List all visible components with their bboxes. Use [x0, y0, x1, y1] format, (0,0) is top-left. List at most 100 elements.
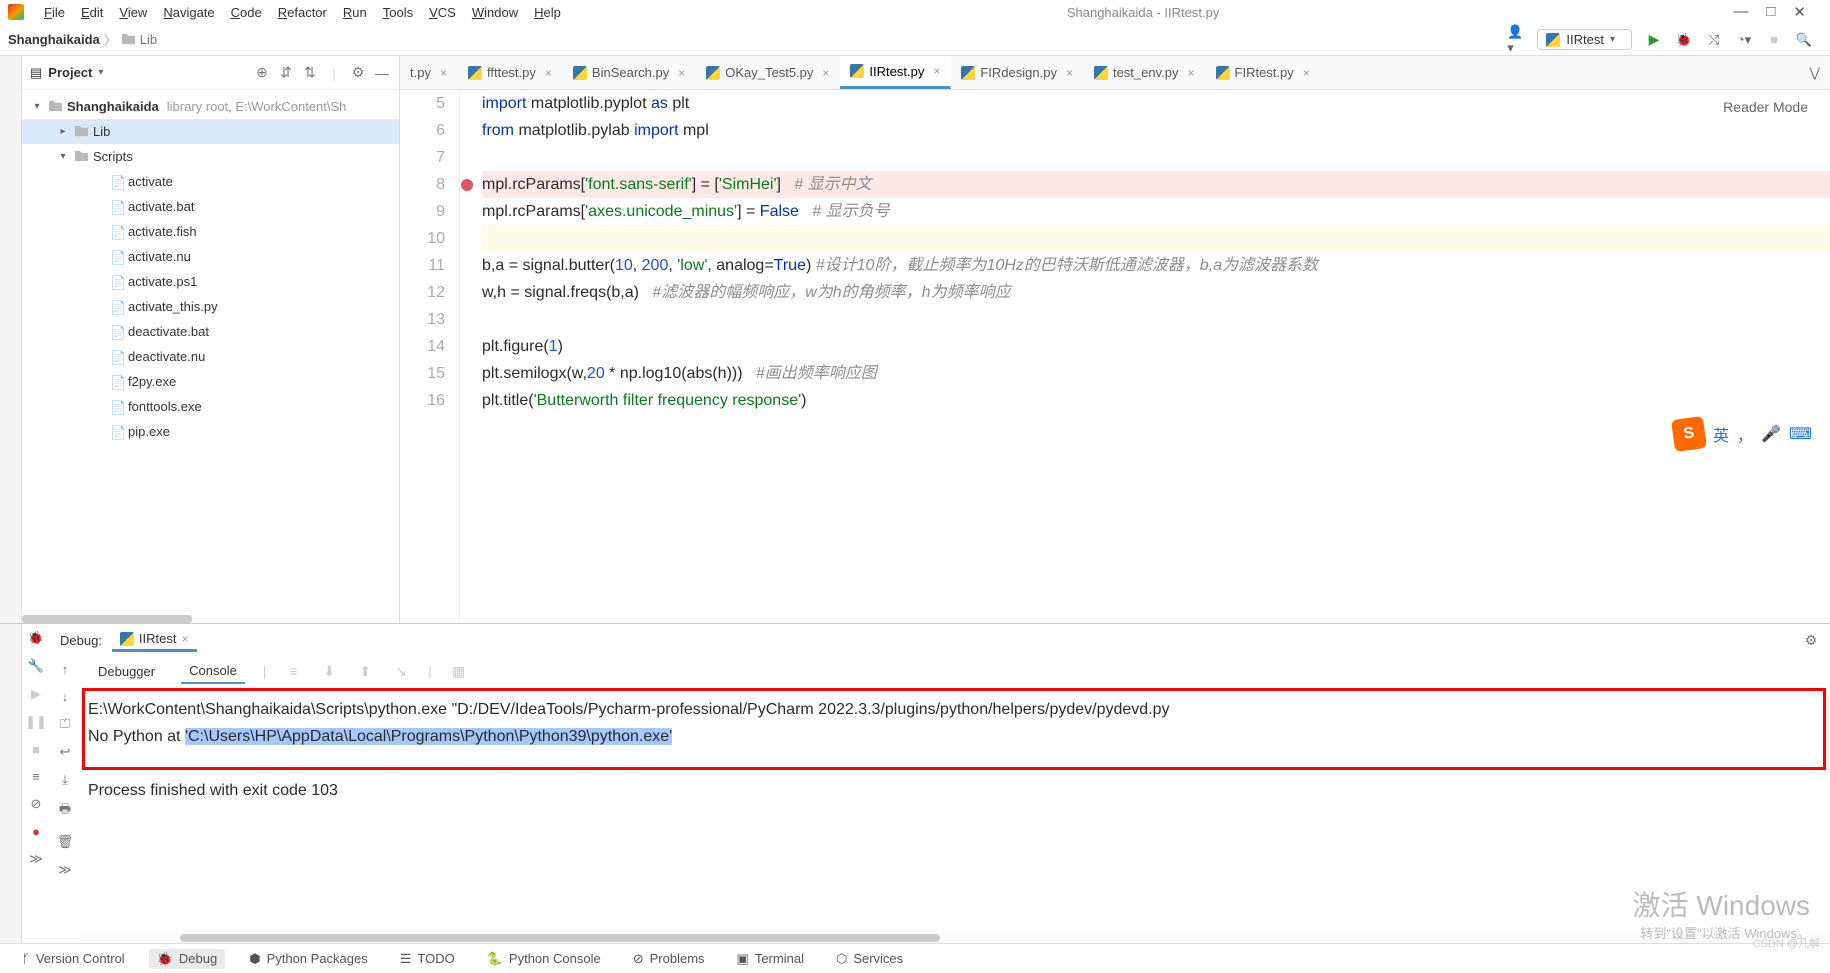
reader-mode-label[interactable]: Reader Mode — [1723, 94, 1808, 121]
project-view-dropdown-icon[interactable]: ▾ — [98, 67, 103, 78]
step-over-icon[interactable]: ≡ — [284, 662, 302, 680]
menu-run[interactable]: Run — [335, 3, 375, 22]
editor-tab[interactable]: t.py× — [400, 56, 458, 89]
pause-icon[interactable]: ❚❚ — [25, 714, 47, 730]
user-icon[interactable]: 👤▾ — [1507, 32, 1523, 48]
close-icon[interactable]: × — [933, 64, 940, 78]
soft-wrap-icon[interactable]: ↩ — [60, 744, 71, 760]
console-tab[interactable]: Console — [181, 659, 245, 684]
python-console-tab[interactable]: 🐍Python Console — [479, 949, 609, 969]
modify-run-icon[interactable]: 🔧 — [28, 658, 44, 674]
clear-icon[interactable]: 🗑 — [57, 834, 74, 850]
python-packages-tab[interactable]: ⬢Python Packages — [241, 949, 376, 969]
breakpoint-icon[interactable] — [461, 179, 473, 191]
search-icon[interactable]: 🔍 — [1796, 32, 1812, 48]
close-icon[interactable]: × — [545, 66, 552, 80]
tree-file[interactable]: 📄activate.bat — [22, 194, 399, 219]
run-to-cursor-icon[interactable]: ↘ — [392, 662, 410, 680]
tree-root[interactable]: ▾ Shanghaikaida library root, E:\WorkCon… — [22, 94, 399, 119]
more-icon[interactable]: ≫ — [58, 862, 72, 878]
tree-file[interactable]: 📄activate.nu — [22, 244, 399, 269]
close-icon[interactable]: × — [182, 632, 189, 646]
step-into-icon[interactable]: ⬇ — [320, 662, 338, 680]
menu-view[interactable]: View — [111, 3, 155, 22]
menu-refactor[interactable]: Refactor — [270, 3, 335, 22]
tree-file[interactable]: 📄fonttools.exe — [22, 394, 399, 419]
menu-tools[interactable]: Tools — [375, 3, 421, 22]
run-config-selector[interactable]: IIRtest — [1537, 29, 1632, 50]
mute-breakpoints-icon[interactable]: ⊘ — [31, 796, 42, 812]
locate-icon[interactable]: ⊕ — [253, 64, 271, 82]
menu-window[interactable]: Window — [464, 3, 526, 22]
tree-item-lib[interactable]: ▸ Lib — [22, 119, 399, 144]
stop-icon[interactable]: ■ — [32, 742, 40, 757]
editor-tab[interactable]: test_env.py× — [1084, 56, 1206, 89]
maximize-icon[interactable]: □ — [1766, 3, 1775, 21]
pin-icon[interactable]: ≫ — [29, 851, 43, 867]
menu-edit[interactable]: Edit — [73, 3, 111, 22]
close-icon[interactable]: × — [1188, 66, 1195, 80]
ime-punct[interactable]: ， — [1737, 422, 1753, 446]
services-tab[interactable]: ⬡Services — [828, 949, 911, 969]
mic-icon[interactable]: 🎤 — [1761, 424, 1781, 444]
debug-tab[interactable]: 🐞Debug — [149, 949, 226, 969]
view-breakpoints-icon[interactable]: ≡ — [32, 769, 40, 784]
ime-lang[interactable]: 英 — [1713, 422, 1729, 446]
breakpoint-gutter[interactable] — [460, 90, 474, 623]
print-icon[interactable]: 🖶 — [59, 800, 71, 822]
debugger-tab[interactable]: Debugger — [90, 660, 163, 683]
breadcrumb-child[interactable]: Lib — [121, 32, 157, 48]
keyboard-icon[interactable]: ⌨ — [1789, 424, 1812, 444]
code-editor[interactable]: import matplotlib.pyplot as pltfrom matp… — [474, 90, 1830, 623]
menu-code[interactable]: Code — [223, 3, 270, 22]
hide-icon[interactable]: — — [373, 64, 391, 82]
filter-icon[interactable]: ⏍ — [60, 716, 70, 732]
resume-icon[interactable]: ▶ — [31, 686, 41, 702]
editor-tab[interactable]: FIRdesign.py× — [951, 56, 1084, 89]
tree-file[interactable]: 📄pip.exe — [22, 419, 399, 444]
tree-item-scripts[interactable]: ▾ Scripts — [22, 144, 399, 169]
tree-file[interactable]: 📄activate.fish — [22, 219, 399, 244]
down-stack-icon[interactable]: ↓ — [62, 689, 69, 704]
layout-icon[interactable]: ● — [32, 824, 40, 839]
tree-file[interactable]: 📄deactivate.bat — [22, 319, 399, 344]
minimize-icon[interactable]: — — [1733, 3, 1748, 21]
coverage-icon[interactable]: ⤭ — [1706, 32, 1722, 48]
editor-tab[interactable]: IIRtest.py× — [840, 56, 951, 89]
expand-all-icon[interactable]: ⇵ — [277, 64, 295, 82]
close-icon[interactable]: × — [1303, 66, 1310, 80]
close-icon[interactable]: × — [678, 66, 685, 80]
project-tree[interactable]: ▾ Shanghaikaida library root, E:\WorkCon… — [22, 90, 399, 613]
horizontal-scrollbar[interactable] — [22, 615, 192, 623]
tabs-overflow-icon[interactable]: ⋁ — [1799, 65, 1830, 81]
stop-icon[interactable]: ■ — [1766, 32, 1782, 48]
close-icon[interactable]: × — [1066, 66, 1073, 80]
editor-tab[interactable]: ffttest.py× — [458, 56, 563, 89]
evaluate-icon[interactable]: ▦ — [450, 662, 468, 680]
up-stack-icon[interactable]: ↑ — [62, 662, 69, 677]
settings-icon[interactable]: ⚙ — [349, 64, 367, 82]
version-control-tab[interactable]: ᚶVersion Control — [14, 949, 133, 968]
step-out-icon[interactable]: ⬆ — [356, 662, 374, 680]
debug-icon[interactable]: 🐞 — [1676, 32, 1692, 48]
tree-file[interactable]: 📄activate_this.py — [22, 294, 399, 319]
profile-icon[interactable]: ◔▾ — [1736, 32, 1752, 48]
rerun-icon[interactable]: 🐞 — [28, 630, 44, 646]
chevron-down-icon[interactable]: ▾ — [56, 151, 70, 162]
todo-tab[interactable]: ☰TODO — [392, 949, 463, 969]
close-icon[interactable]: ✕ — [1793, 3, 1806, 21]
debug-session-tab[interactable]: IIRtest × — [112, 628, 197, 652]
tree-file[interactable]: 📄f2py.exe — [22, 369, 399, 394]
editor-tab[interactable]: OKay_Test5.py× — [696, 56, 840, 89]
menu-help[interactable]: Help — [526, 3, 569, 22]
menu-file[interactable]: File — [36, 3, 73, 22]
tree-file[interactable]: 📄deactivate.nu — [22, 344, 399, 369]
menu-navigate[interactable]: Navigate — [155, 3, 222, 22]
settings-icon[interactable]: ⚙ — [1802, 631, 1820, 649]
editor-tab[interactable]: BinSearch.py× — [563, 56, 696, 89]
close-icon[interactable]: × — [822, 66, 829, 80]
problems-tab[interactable]: ⊘Problems — [625, 949, 713, 969]
editor-tab[interactable]: FIRtest.py× — [1206, 56, 1321, 89]
tree-file[interactable]: 📄activate — [22, 169, 399, 194]
scroll-end-icon[interactable]: ⤓ — [62, 772, 68, 788]
